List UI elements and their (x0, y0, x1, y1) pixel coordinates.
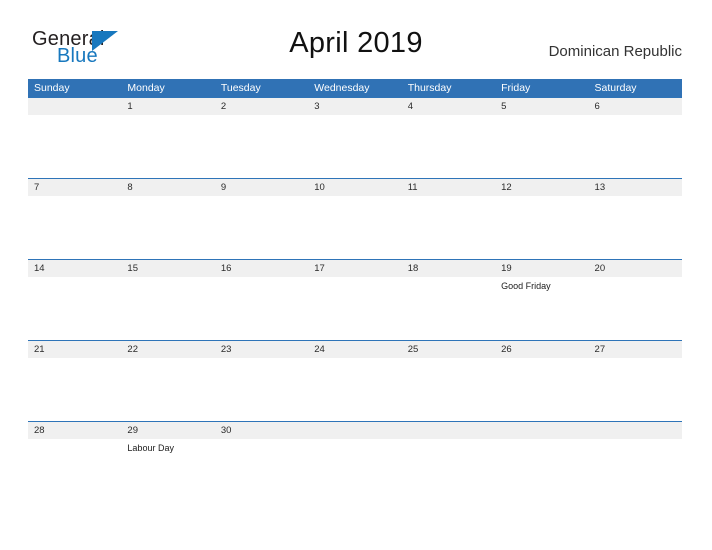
day-cell[interactable] (28, 439, 121, 501)
day-cell[interactable] (215, 196, 308, 258)
day-number[interactable] (308, 422, 401, 439)
week-date-strip: 28 29 30 (28, 422, 682, 439)
day-number[interactable]: 6 (589, 98, 682, 115)
day-cell[interactable] (28, 115, 121, 177)
week-event-strip: Good Friday (28, 277, 682, 339)
week-date-strip: 7 8 9 10 11 12 13 (28, 179, 682, 196)
day-cell[interactable] (402, 196, 495, 258)
week-row: 21 22 23 24 25 26 27 (28, 340, 682, 421)
week-event-strip (28, 196, 682, 258)
day-number[interactable]: 27 (589, 341, 682, 358)
day-number[interactable] (28, 98, 121, 115)
day-cell[interactable] (589, 358, 682, 420)
day-cell[interactable] (308, 358, 401, 420)
week-date-strip: 1 2 3 4 5 6 (28, 98, 682, 115)
day-cell[interactable] (308, 439, 401, 501)
day-header-thursday: Thursday (407, 82, 452, 94)
day-number[interactable]: 26 (495, 341, 588, 358)
day-cell[interactable] (589, 439, 682, 501)
day-number[interactable]: 7 (28, 179, 121, 196)
day-number[interactable]: 5 (495, 98, 588, 115)
day-cell[interactable] (308, 277, 401, 339)
day-cell[interactable] (495, 439, 588, 501)
day-number[interactable]: 24 (308, 341, 401, 358)
day-number[interactable]: 2 (215, 98, 308, 115)
day-number[interactable]: 23 (215, 341, 308, 358)
week-event-strip (28, 358, 682, 420)
day-number[interactable]: 20 (589, 260, 682, 277)
week-row: 7 8 9 10 11 12 13 (28, 178, 682, 259)
event-label: Good Friday (501, 281, 551, 291)
week-row: 1 2 3 4 5 6 (28, 97, 682, 178)
day-number[interactable]: 29 (121, 422, 214, 439)
day-number[interactable]: 22 (121, 341, 214, 358)
day-cell[interactable] (402, 439, 495, 501)
day-number[interactable] (589, 422, 682, 439)
day-number[interactable]: 19 (495, 260, 588, 277)
day-cell[interactable] (215, 439, 308, 501)
day-cell[interactable] (121, 358, 214, 420)
week-event-strip (28, 115, 682, 177)
day-cell[interactable] (589, 196, 682, 258)
day-number[interactable]: 16 (215, 260, 308, 277)
day-number[interactable]: 9 (215, 179, 308, 196)
day-cell[interactable] (121, 196, 214, 258)
day-number[interactable]: 13 (589, 179, 682, 196)
day-number[interactable]: 3 (308, 98, 401, 115)
day-number[interactable]: 15 (121, 260, 214, 277)
day-header-friday: Friday (501, 82, 531, 94)
day-header-sunday: Sunday (34, 82, 70, 94)
day-cell[interactable] (28, 358, 121, 420)
day-number[interactable]: 30 (215, 422, 308, 439)
week-date-strip: 14 15 16 17 18 19 20 (28, 260, 682, 277)
day-number[interactable] (402, 422, 495, 439)
day-number[interactable]: 21 (28, 341, 121, 358)
week-date-strip: 21 22 23 24 25 26 27 (28, 341, 682, 358)
day-cell[interactable] (589, 115, 682, 177)
day-header-wednesday: Wednesday (314, 82, 370, 94)
day-number[interactable]: 17 (308, 260, 401, 277)
day-cell[interactable] (495, 115, 588, 177)
day-of-week-header-row: Sunday Monday Tuesday Wednesday Thursday… (28, 79, 682, 97)
day-header-tuesday: Tuesday (220, 82, 261, 94)
day-cell-good-friday[interactable]: Good Friday (495, 277, 588, 339)
day-number[interactable] (495, 422, 588, 439)
day-number[interactable]: 4 (402, 98, 495, 115)
day-cell[interactable] (495, 358, 588, 420)
day-cell[interactable] (215, 277, 308, 339)
week-row: 14 15 16 17 18 19 20 Good Friday (28, 259, 682, 340)
day-header-monday: Monday (127, 82, 165, 94)
day-cell[interactable] (308, 115, 401, 177)
day-number[interactable]: 25 (402, 341, 495, 358)
day-number[interactable]: 8 (121, 179, 214, 196)
day-number[interactable]: 18 (402, 260, 495, 277)
day-cell[interactable] (121, 115, 214, 177)
day-number[interactable]: 11 (402, 179, 495, 196)
event-label: Labour Day (127, 443, 174, 453)
week-row: 28 29 30 Labour Day (28, 421, 682, 502)
day-cell[interactable] (402, 277, 495, 339)
day-cell-labour-day[interactable]: Labour Day (121, 439, 214, 501)
calendar-grid: Sunday Monday Tuesday Wednesday Thursday… (28, 79, 682, 502)
day-number[interactable]: 10 (308, 179, 401, 196)
day-cell[interactable] (215, 115, 308, 177)
day-number[interactable]: 12 (495, 179, 588, 196)
calendar-page: General Blue April 2019 Dominican Republ… (0, 0, 712, 550)
day-cell[interactable] (215, 358, 308, 420)
day-cell[interactable] (589, 277, 682, 339)
day-header-saturday: Saturday (594, 82, 637, 94)
day-number[interactable]: 1 (121, 98, 214, 115)
week-event-strip: Labour Day (28, 439, 682, 501)
day-cell[interactable] (495, 196, 588, 258)
day-cell[interactable] (308, 196, 401, 258)
day-cell[interactable] (402, 358, 495, 420)
day-cell[interactable] (402, 115, 495, 177)
country-label: Dominican Republic (548, 43, 682, 60)
day-cell[interactable] (28, 196, 121, 258)
day-number[interactable]: 28 (28, 422, 121, 439)
page-header: General Blue April 2019 Dominican Republ… (0, 0, 712, 79)
day-cell[interactable] (28, 277, 121, 339)
day-cell[interactable] (121, 277, 214, 339)
day-number[interactable]: 14 (28, 260, 121, 277)
